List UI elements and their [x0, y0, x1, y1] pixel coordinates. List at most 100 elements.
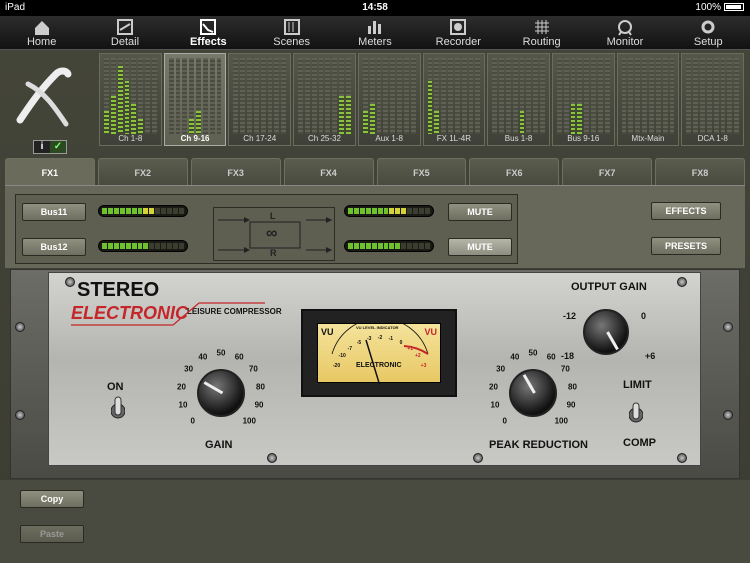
nav-monitor[interactable]: Monitor — [583, 16, 666, 49]
tab-fx2[interactable]: FX2 — [97, 158, 188, 186]
paste-button[interactable]: Paste — [20, 525, 84, 543]
info-icon[interactable]: i — [34, 141, 50, 153]
strip-label: DCA 1-8 — [697, 134, 728, 143]
meter-strip[interactable]: Mtx-Main — [616, 53, 680, 146]
nav-routing[interactable]: Routing — [500, 16, 583, 49]
level-meter — [635, 58, 641, 134]
tab-fx5[interactable]: FX5 — [376, 158, 467, 186]
meter-strip[interactable]: Ch 17-24 — [228, 53, 292, 146]
strip-meters — [104, 58, 157, 134]
level-meter — [332, 58, 338, 134]
level-meter — [628, 58, 634, 134]
tab-fx1[interactable]: FX1 — [5, 158, 95, 186]
output-meter-1 — [344, 205, 434, 217]
level-meter — [434, 58, 440, 134]
app-root: iPad 14:58 100% Home Detail Effects Scenes M… — [0, 0, 750, 563]
level-meter — [131, 58, 137, 134]
level-meter — [591, 58, 596, 134]
level-meter — [304, 58, 310, 134]
limit-comp-toggle-switch[interactable] — [628, 399, 644, 431]
scale-tick-label: 40 — [198, 352, 208, 362]
diagram-left-label: L — [270, 211, 276, 221]
level-meter — [397, 58, 402, 134]
tab-fx6[interactable]: FX6 — [469, 158, 560, 186]
meter-strip[interactable]: Bus 1-8 — [487, 53, 550, 146]
mute-2-button[interactable]: MUTE — [448, 238, 512, 256]
tab-fx4[interactable]: FX4 — [283, 158, 374, 186]
strip-meters — [233, 58, 287, 134]
led — [173, 243, 178, 249]
scale-tick-label: 60 — [234, 352, 244, 362]
level-meter — [202, 58, 208, 134]
led — [173, 208, 178, 214]
nav-scenes[interactable]: Scenes — [250, 16, 333, 49]
scenes-icon — [283, 19, 300, 35]
info-wifi-toggle[interactable]: i ✓ — [33, 140, 67, 154]
level-meter — [441, 58, 447, 134]
nav-setup[interactable]: Setup — [667, 16, 750, 49]
input-bus12-button[interactable]: Bus12 — [22, 238, 86, 256]
nav-label: Home — [26, 36, 57, 48]
input-bus11-button[interactable]: Bus11 — [22, 203, 86, 221]
nav-effects[interactable]: Effects — [167, 16, 250, 49]
tab-fx8[interactable]: FX8 — [655, 158, 745, 186]
effects-button[interactable]: EFFECTS — [651, 202, 721, 220]
meter-strip[interactable]: FX 1L-4R — [422, 53, 486, 146]
nav-home[interactable]: Home — [0, 16, 83, 49]
led — [383, 208, 389, 214]
led — [137, 208, 143, 214]
level-meter — [189, 58, 195, 134]
presets-button[interactable]: PRESETS — [651, 237, 721, 255]
level-meter — [318, 58, 324, 134]
level-meter — [209, 58, 215, 134]
scale-tick-label: 80 — [256, 382, 265, 392]
meter-strip[interactable]: DCA 1-8 — [681, 53, 745, 146]
level-meter — [706, 58, 712, 134]
led — [413, 243, 419, 249]
led — [348, 208, 353, 214]
copy-button[interactable]: Copy — [20, 490, 84, 508]
detail-icon — [116, 19, 133, 35]
level-meter — [298, 58, 303, 134]
led — [149, 243, 155, 249]
nav-label: Detail — [110, 36, 140, 48]
led — [137, 243, 143, 249]
nav-label: Routing — [522, 36, 561, 48]
level-meter — [533, 58, 539, 134]
led — [359, 243, 365, 249]
led — [131, 243, 137, 249]
nav-meters[interactable]: Meters — [333, 16, 416, 49]
meter-strip[interactable]: Bus 9-16 — [551, 53, 615, 146]
level-meter — [604, 58, 610, 134]
fx-routing-panel: Bus11 Bus12 L ∞ R MUTE MUTE EFFECTS PRES… — [5, 185, 745, 268]
scale-tick-label: +6 — [645, 351, 656, 361]
tab-fx3[interactable]: FX3 — [190, 158, 281, 186]
meter-strip[interactable]: Aux 1-8 — [357, 53, 421, 146]
led — [131, 208, 137, 214]
nav-recorder[interactable]: Recorder — [417, 16, 500, 49]
level-meter — [390, 58, 396, 134]
strip-label: Ch 1-8 — [118, 134, 143, 143]
nav-label: Recorder — [435, 36, 481, 48]
meter-strip[interactable]: Ch 9-16 — [163, 53, 227, 146]
level-meter — [512, 58, 518, 134]
meter-strip[interactable]: Ch 1-8 — [99, 53, 162, 146]
bottom-bar: Copy Paste — [0, 480, 750, 563]
tab-fx7[interactable]: FX7 — [562, 158, 653, 186]
level-meter — [267, 58, 273, 134]
wifi-icon[interactable]: ✓ — [50, 141, 66, 153]
scale-tick-label: 10 — [490, 400, 500, 410]
nav-detail[interactable]: Detail — [83, 16, 166, 49]
level-meter — [281, 58, 287, 134]
level-meter — [693, 58, 699, 134]
routing-icon — [534, 20, 549, 34]
screw-icon — [677, 453, 687, 463]
strip-meters — [492, 58, 545, 134]
level-meter — [383, 58, 389, 134]
meter-strip[interactable]: Ch 25-32 — [293, 53, 356, 146]
led — [161, 243, 167, 249]
gain-label: GAIN — [205, 439, 233, 451]
mute-1-button[interactable]: MUTE — [448, 203, 512, 221]
on-toggle-switch[interactable] — [110, 395, 126, 427]
strip-meters — [556, 58, 610, 134]
